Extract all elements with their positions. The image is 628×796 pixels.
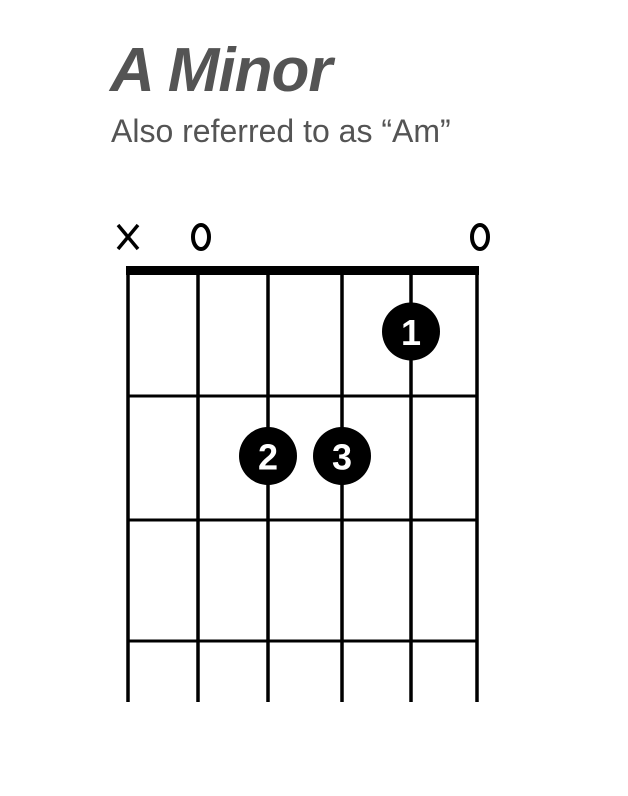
finger-number: 2 [258, 437, 278, 478]
open-string-marker [470, 223, 490, 251]
chord-diagram: 1 2 3 [116, 223, 490, 702]
finger-dot: 3 [313, 427, 371, 485]
finger-number: 1 [401, 312, 421, 353]
nut [126, 266, 479, 275]
finger-dot: 2 [239, 427, 297, 485]
open-string-marker [191, 223, 211, 251]
muted-string-marker [116, 223, 140, 251]
open-muted-markers [116, 223, 490, 251]
finger-dot: 1 [382, 302, 440, 361]
finger-number: 3 [332, 437, 352, 478]
